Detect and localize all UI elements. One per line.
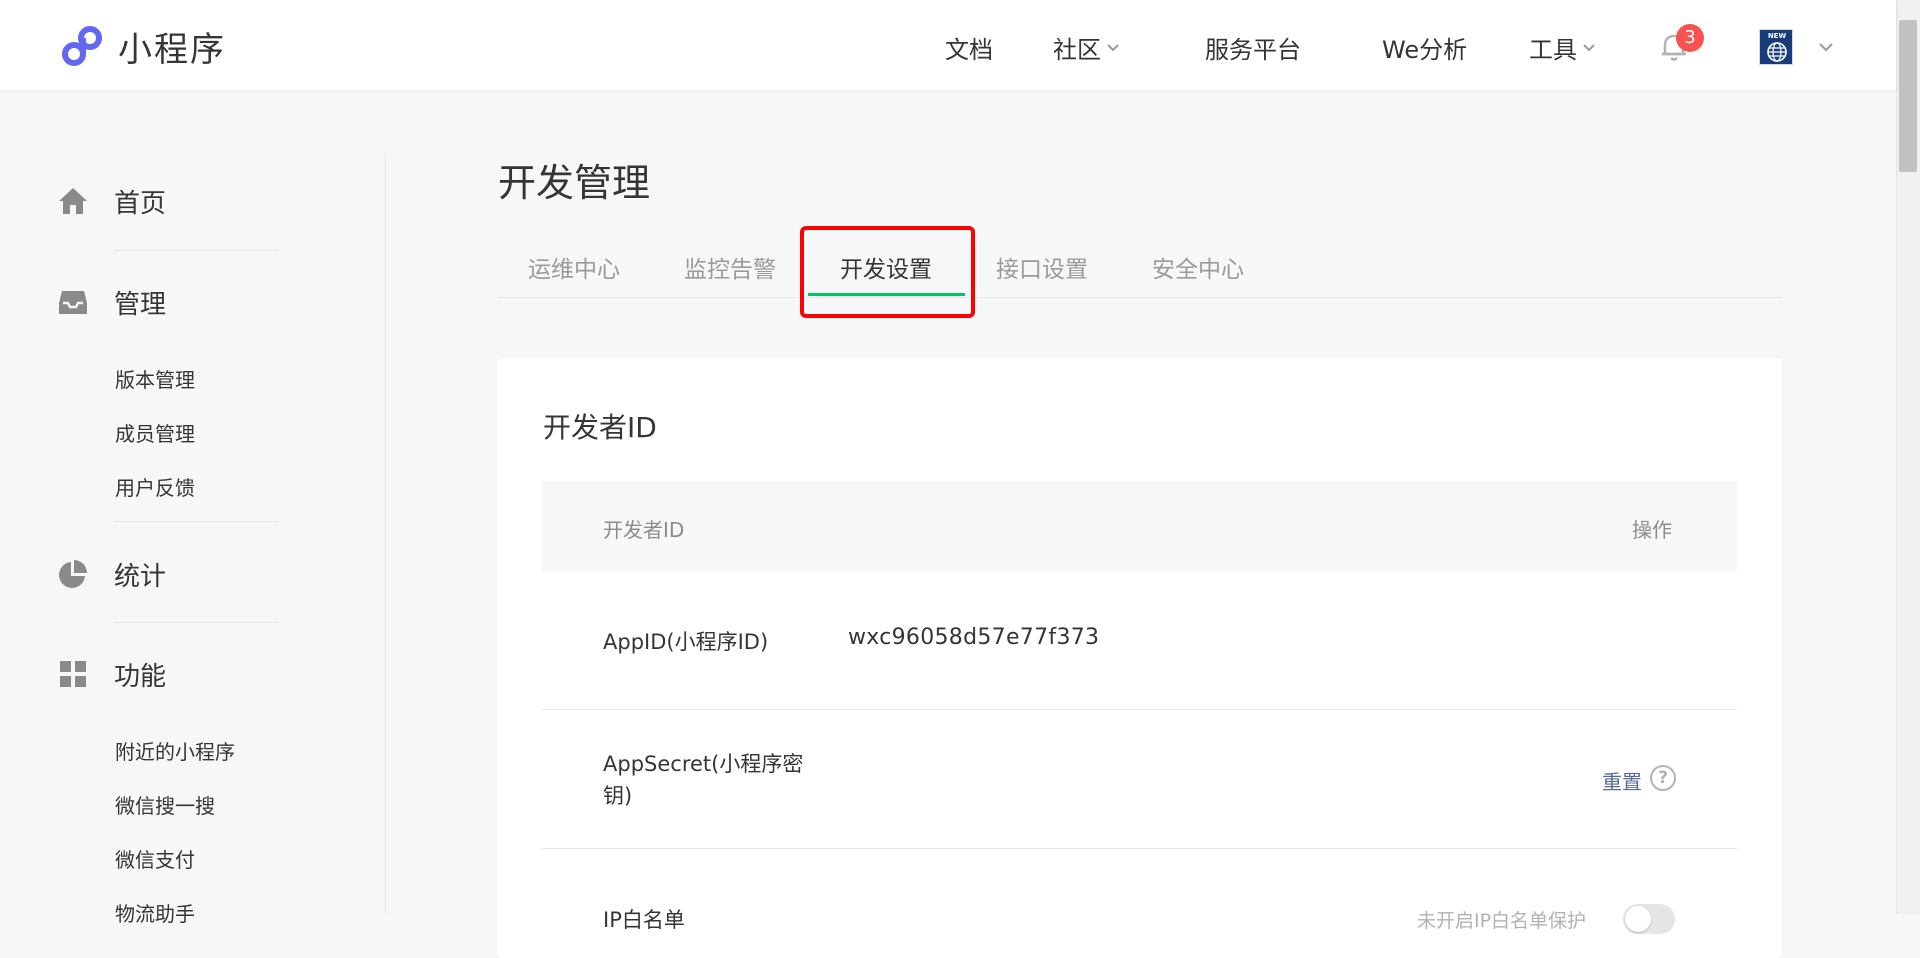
column-header-actions: 操作	[1632, 518, 1672, 542]
grid-icon	[56, 657, 90, 691]
sidebar-item-features[interactable]: 功能	[56, 654, 166, 694]
sidebar-item-nearby-miniprogram[interactable]: 附近的小程序	[115, 736, 235, 765]
sidebar-item-member-management[interactable]: 成员管理	[115, 418, 195, 447]
tab-api-settings[interactable]: 接口设置	[996, 250, 1088, 298]
reset-appsecret-link[interactable]: 重置	[1602, 766, 1642, 795]
avatar[interactable]: NEW	[1759, 29, 1793, 65]
nav-we-analytics[interactable]: We分析	[1382, 30, 1467, 65]
ip-whitelist-status-text: 未开启IP白名单保护	[1417, 910, 1587, 932]
nav-community-label: 社区	[1053, 36, 1101, 64]
logo[interactable]: 小程序	[58, 24, 226, 70]
scrollbar-thumb[interactable]	[1899, 20, 1917, 172]
inbox-icon	[56, 285, 90, 319]
appsecret-label-line2: 钥)	[603, 784, 633, 808]
sidebar-item-logistics-assistant[interactable]: 物流助手	[115, 898, 195, 927]
tab-security-center[interactable]: 安全中心	[1152, 250, 1244, 298]
logo-text: 小程序	[118, 29, 226, 70]
nav-we-analytics-label: We分析	[1382, 36, 1468, 64]
miniprogram-logo-icon	[62, 26, 102, 66]
annotation-highlight-box	[800, 226, 975, 318]
row-separator	[542, 848, 1737, 849]
home-icon	[56, 184, 90, 218]
sidebar-item-wechat-search[interactable]: 微信搜一搜	[115, 790, 215, 819]
sidebar-item-features-label: 功能	[114, 661, 167, 692]
appid-value: wxc96058d57e77f373	[848, 625, 1100, 650]
sidebar-item-statistics-label: 统计	[114, 561, 167, 592]
nav-docs-label: 文档	[945, 36, 993, 64]
tab-ops-center[interactable]: 运维中心	[528, 250, 620, 298]
developer-id-card: 开发者ID 开发者ID 操作 AppID(小程序ID) wxc96058d57e…	[497, 358, 1782, 958]
column-header-developer-id: 开发者ID	[603, 518, 685, 542]
sidebar-divider	[385, 153, 386, 914]
table-header: 开发者ID 操作	[542, 481, 1737, 571]
card-title: 开发者ID	[543, 411, 657, 444]
sidebar-item-manage-label: 管理	[114, 289, 167, 320]
nav-service-platform[interactable]: 服务平台	[1205, 30, 1301, 65]
sidebar-item-user-feedback[interactable]: 用户反馈	[115, 472, 195, 501]
appid-label: AppID(小程序ID)	[603, 630, 769, 654]
help-icon[interactable]: ?	[1650, 765, 1676, 791]
nav-community[interactable]: 社区	[1053, 30, 1121, 65]
tab-monitoring-alerts[interactable]: 监控告警	[684, 250, 776, 298]
avatar-new-label: NEW	[1768, 32, 1787, 40]
sidebar-item-manage[interactable]: 管理	[56, 282, 166, 322]
sidebar-separator	[114, 521, 279, 522]
appsecret-label-line1: AppSecret(小程序密	[603, 752, 804, 776]
ip-whitelist-toggle[interactable]	[1623, 904, 1675, 934]
nav-tools[interactable]: 工具	[1529, 30, 1597, 65]
toggle-knob	[1625, 906, 1651, 932]
tab-bar: 运维中心 监控告警 开发设置 接口设置 安全中心	[498, 250, 1782, 298]
sidebar-item-home[interactable]: 首页	[56, 181, 166, 221]
chevron-down-icon	[1107, 43, 1119, 51]
row-separator	[542, 709, 1737, 710]
chevron-down-icon	[1583, 43, 1595, 51]
sidebar-item-version-management[interactable]: 版本管理	[115, 364, 195, 393]
nav-docs[interactable]: 文档	[945, 30, 993, 65]
pie-chart-icon	[56, 557, 90, 591]
sidebar-item-wechat-pay[interactable]: 微信支付	[115, 844, 195, 873]
chevron-down-icon[interactable]	[1816, 37, 1836, 57]
nav-service-platform-label: 服务平台	[1205, 36, 1301, 64]
globe-avatar-icon: NEW	[1760, 30, 1792, 64]
top-navigation-bar: 小程序 文档 社区 服务平台 We分析 工具 3 NEW	[0, 0, 1896, 90]
ip-whitelist-label: IP白名单	[603, 908, 685, 932]
nav-tools-label: 工具	[1529, 36, 1577, 64]
sidebar-separator	[114, 622, 279, 623]
page-title: 开发管理	[498, 161, 651, 205]
sidebar-separator	[114, 250, 279, 251]
notification-badge: 3	[1676, 24, 1704, 52]
sidebar-item-home-label: 首页	[114, 188, 167, 219]
sidebar-item-statistics[interactable]: 统计	[56, 554, 166, 594]
